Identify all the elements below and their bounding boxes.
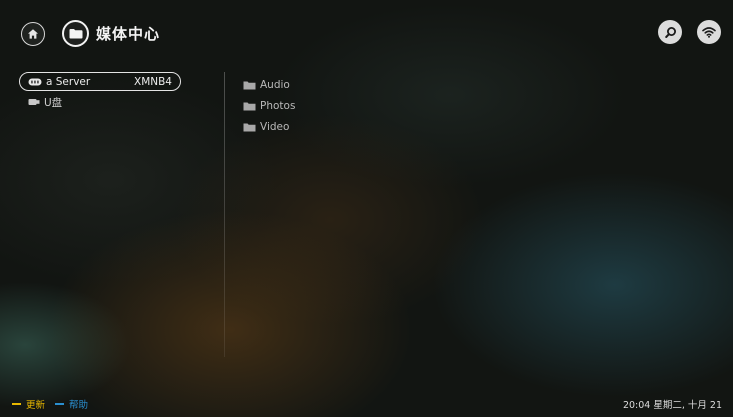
folder-item-audio[interactable]: Audio [243, 74, 295, 95]
home-icon [28, 29, 38, 39]
wifi-icon [702, 27, 716, 38]
page-title: 媒体中心 [96, 25, 161, 43]
folder-list: Audio Photos Video [243, 74, 295, 137]
folder-label: Photos [260, 99, 296, 112]
device-item-server[interactable]: a Server XMNB4 [19, 72, 181, 91]
update-label: 更新 [26, 400, 46, 411]
panel-divider [224, 72, 225, 357]
help-label: 帮助 [69, 400, 89, 411]
wifi-button[interactable] [697, 20, 721, 44]
folder-icon [243, 101, 256, 111]
device-tag: XMNB4 [134, 75, 172, 88]
home-button[interactable] [21, 22, 45, 46]
blue-key-indicator [55, 403, 65, 405]
folder-label: Video [260, 120, 290, 133]
device-name: a Server [46, 75, 91, 88]
device-name: U盘 [44, 96, 63, 109]
network-server-icon [28, 78, 42, 86]
footer-legend: 更新 帮助 [12, 397, 98, 411]
usb-drive-icon [28, 98, 40, 106]
folder-label: Audio [260, 78, 290, 91]
device-list: a Server XMNB4 U盘 [19, 72, 181, 111]
help-hint[interactable]: 帮助 [55, 397, 88, 411]
folder-item-photos[interactable]: Photos [243, 95, 295, 116]
folder-icon [243, 122, 256, 132]
yellow-key-indicator [12, 403, 21, 405]
folder-item-video[interactable]: Video [243, 116, 295, 137]
device-item-usb[interactable]: U盘 [19, 93, 181, 111]
search-button[interactable] [658, 20, 682, 44]
search-icon [664, 26, 676, 38]
folder-icon [243, 80, 256, 90]
media-center-folder-button[interactable] [62, 20, 89, 47]
folder-icon [69, 29, 82, 39]
clock-display: 20:04 星期二, 十月 21 [622, 400, 722, 411]
update-hint[interactable]: 更新 [12, 397, 45, 411]
